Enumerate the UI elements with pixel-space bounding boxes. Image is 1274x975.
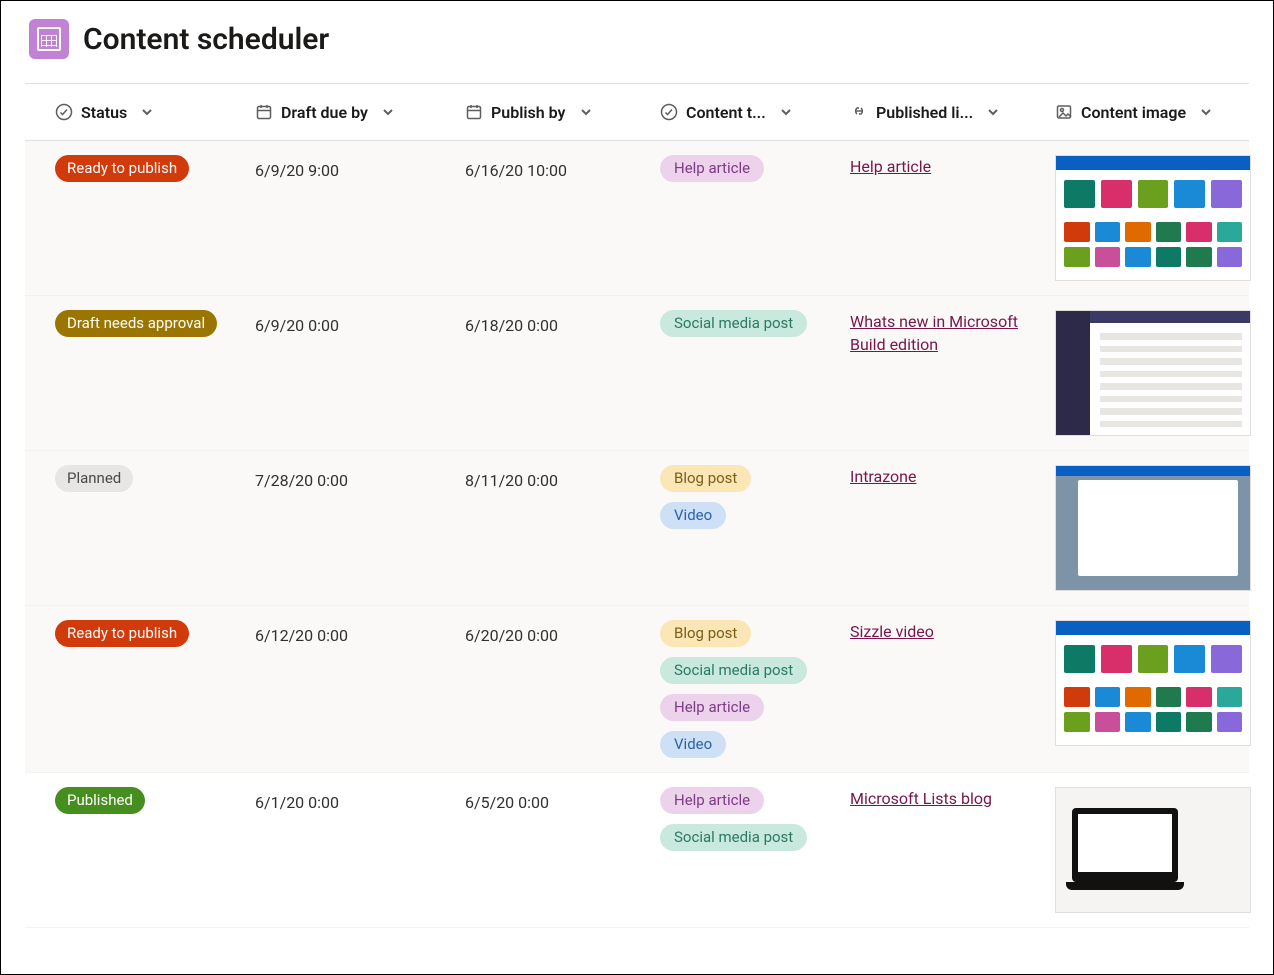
status-badge: Ready to publish [55,155,189,182]
content-type-chip: Social media post [660,310,807,337]
chevron-down-icon [382,106,394,118]
page-title: Content scheduler [83,22,329,57]
content-type-chip: Video [660,502,726,529]
table-row[interactable]: Draft needs approval 6/9/20 0:006/18/20 0… [25,296,1249,451]
column-header[interactable]: Content t... [660,84,850,140]
chevron-down-icon [987,106,999,118]
publish-by-cell: 6/20/20 0:00 [465,620,660,645]
column-header[interactable]: Publish by [465,84,660,140]
column-label: Published li... [876,103,973,122]
content-image-cell [1055,787,1274,913]
table-row[interactable]: Ready to publish 6/12/20 0:006/20/20 0:00… [25,606,1249,773]
published-link-cell: Sizzle video [850,620,1055,643]
published-link-cell: Microsoft Lists blog [850,787,1055,810]
status-check-icon [660,103,678,121]
status-badge: Published [55,787,145,814]
publish-by-cell: 8/11/20 0:00 [465,465,660,490]
content-type-chip: Social media post [660,657,807,684]
chevron-down-icon [141,106,153,118]
calendar-icon [255,103,273,121]
content-type-chip: Video [660,731,726,758]
published-link[interactable]: Microsoft Lists blog [850,789,992,808]
table-row[interactable]: Ready to publish 6/9/20 9:006/16/20 10:00… [25,141,1249,296]
content-type-cell: Help article Social media post [660,787,850,851]
column-header[interactable]: Published li... [850,84,1055,140]
content-image-thumbnail[interactable] [1055,465,1251,591]
table-row[interactable]: Planned 7/28/20 0:008/11/20 0:00Blog post… [25,451,1249,606]
content-type-chip: Help article [660,694,764,721]
published-link[interactable]: Help article [850,157,931,176]
content-type-cell: Help article [660,155,850,182]
calendar-app-icon [29,19,69,59]
status-check-icon [55,103,73,121]
status-cell: Draft needs approval [55,310,255,341]
column-header[interactable]: Content image [1055,84,1274,140]
column-label: Publish by [491,103,566,122]
content-type-cell: Blog post Social media post Help article Vi… [660,620,850,758]
grid-rows: Ready to publish 6/9/20 9:006/16/20 10:00… [25,141,1249,928]
column-header[interactable]: Draft due by [255,84,465,140]
publish-by-cell: 6/5/20 0:00 [465,787,660,812]
status-cell: Ready to publish [55,620,255,651]
content-image-thumbnail[interactable] [1055,787,1251,913]
published-link-cell: Whats new in Microsoft Build edition [850,310,1055,356]
published-link[interactable]: Whats new in Microsoft Build edition [850,312,1018,354]
published-link[interactable]: Intrazone [850,467,917,486]
draft-due-cell: 6/12/20 0:00 [255,620,465,645]
content-image-cell [1055,310,1274,436]
status-cell: Ready to publish [55,155,255,186]
column-label: Content image [1081,103,1186,122]
content-type-cell: Blog post Video [660,465,850,529]
column-label: Status [81,103,127,122]
link-icon [850,103,868,121]
content-type-chip: Help article [660,787,764,814]
content-type-chip: Blog post [660,465,751,492]
page-header: Content scheduler [1,1,1273,83]
draft-due-cell: 7/28/20 0:00 [255,465,465,490]
table-row[interactable]: Published 6/1/20 0:006/5/20 0:00Help arti… [25,773,1249,928]
content-image-thumbnail[interactable] [1055,620,1251,746]
image-icon [1055,103,1073,121]
content-image-thumbnail[interactable] [1055,310,1251,436]
column-label: Draft due by [281,103,368,122]
content-image-thumbnail[interactable] [1055,155,1251,281]
column-label: Content t... [686,103,766,122]
content-type-chip: Blog post [660,620,751,647]
status-badge: Planned [55,465,133,492]
published-link[interactable]: Sizzle video [850,622,934,641]
calendar-icon [465,103,483,121]
content-type-chip: Social media post [660,824,807,851]
published-link-cell: Help article [850,155,1055,178]
status-cell: Planned [55,465,255,496]
published-link-cell: Intrazone [850,465,1055,488]
publish-by-cell: 6/18/20 0:00 [465,310,660,335]
column-headers: Status Draft due by Publish by Content t...… [25,83,1249,141]
draft-due-cell: 6/9/20 9:00 [255,155,465,180]
draft-due-cell: 6/1/20 0:00 [255,787,465,812]
content-image-cell [1055,620,1274,746]
draft-due-cell: 6/9/20 0:00 [255,310,465,335]
chevron-down-icon [1200,106,1212,118]
content-image-cell [1055,465,1274,591]
content-image-cell [1055,155,1274,281]
chevron-down-icon [780,106,792,118]
status-badge: Draft needs approval [55,310,217,337]
publish-by-cell: 6/16/20 10:00 [465,155,660,180]
content-type-chip: Help article [660,155,764,182]
status-cell: Published [55,787,255,818]
chevron-down-icon [580,106,592,118]
status-badge: Ready to publish [55,620,189,647]
column-header[interactable]: Status [55,84,255,140]
content-type-cell: Social media post [660,310,850,337]
